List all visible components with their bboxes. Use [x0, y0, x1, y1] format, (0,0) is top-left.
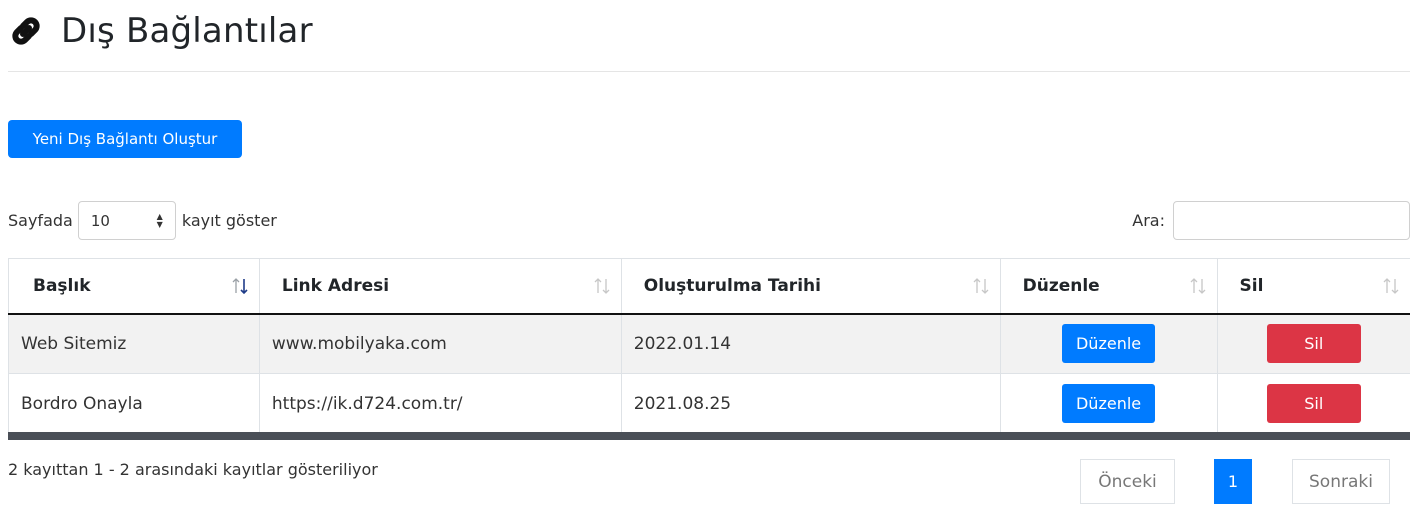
column-header-title[interactable]: Başlık — [8, 258, 260, 315]
cell-edit: Düzenle — [999, 373, 1218, 434]
cell-date: 2021.08.25 — [620, 373, 1001, 434]
page-header: Dış Bağlantılar — [8, 8, 313, 54]
sort-icon — [973, 278, 989, 294]
page-length-value: 10 — [90, 211, 110, 230]
page-length-select[interactable]: 10 ▲ ▼ — [77, 201, 176, 240]
length-prefix: Sayfada — [8, 211, 73, 230]
cell-link: https://ik.d724.com.tr/ — [258, 373, 622, 434]
divider — [8, 71, 1410, 72]
delete-button[interactable]: Sil — [1266, 384, 1361, 424]
cell-title: Bordro Onayla — [8, 373, 260, 434]
table-row: Web Sitemiz www.mobilyaka.com 2022.01.14… — [8, 313, 1410, 374]
prev-page-button[interactable]: Önceki — [1080, 459, 1175, 504]
sort-desc-icon — [232, 278, 248, 295]
sort-icon — [1383, 278, 1399, 294]
link-icon — [12, 17, 40, 45]
page-length-control: Sayfada 10 ▲ ▼ kayıt göster — [8, 201, 277, 240]
search-input[interactable] — [1173, 201, 1410, 240]
sort-icon — [594, 278, 610, 294]
next-page-button[interactable]: Sonraki — [1292, 459, 1390, 504]
edit-button[interactable]: Düzenle — [1062, 324, 1156, 364]
column-header-edit[interactable]: Düzenle — [999, 258, 1218, 315]
sort-icon — [1190, 278, 1205, 294]
table-header-row: Başlık Link Adresi Oluşturulma Tarihi Dü… — [8, 258, 1410, 315]
column-header-delete[interactable]: Sil — [1216, 258, 1410, 315]
create-link-button[interactable]: Yeni Dış Bağlantı Oluştur — [8, 120, 242, 158]
page-title: Dış Bağlantılar — [61, 11, 313, 51]
column-header-link[interactable]: Link Adresi — [258, 258, 622, 315]
cell-link: www.mobilyaka.com — [258, 313, 622, 374]
edit-button[interactable]: Düzenle — [1062, 384, 1156, 424]
length-suffix: kayıt göster — [181, 211, 277, 230]
links-table: Başlık Link Adresi Oluşturulma Tarihi Dü… — [8, 258, 1410, 434]
cell-delete: Sil — [1216, 373, 1410, 434]
search-label: Ara: — [1132, 211, 1165, 230]
delete-button[interactable]: Sil — [1266, 324, 1361, 364]
column-header-date[interactable]: Oluşturulma Tarihi — [620, 258, 1001, 315]
select-arrows-icon: ▲ ▼ — [156, 211, 163, 229]
table-info: 2 kayıttan 1 - 2 arasındaki kayıtlar gös… — [8, 460, 378, 479]
table-footer-bar — [8, 432, 1410, 440]
cell-date: 2022.01.14 — [620, 313, 1001, 374]
cell-delete: Sil — [1216, 313, 1410, 374]
cell-title: Web Sitemiz — [8, 313, 260, 374]
cell-edit: Düzenle — [999, 313, 1218, 374]
page-button-current[interactable]: 1 — [1214, 459, 1252, 504]
table-row: Bordro Onayla https://ik.d724.com.tr/ 20… — [8, 373, 1410, 434]
search-control: Ara: — [1132, 201, 1410, 240]
